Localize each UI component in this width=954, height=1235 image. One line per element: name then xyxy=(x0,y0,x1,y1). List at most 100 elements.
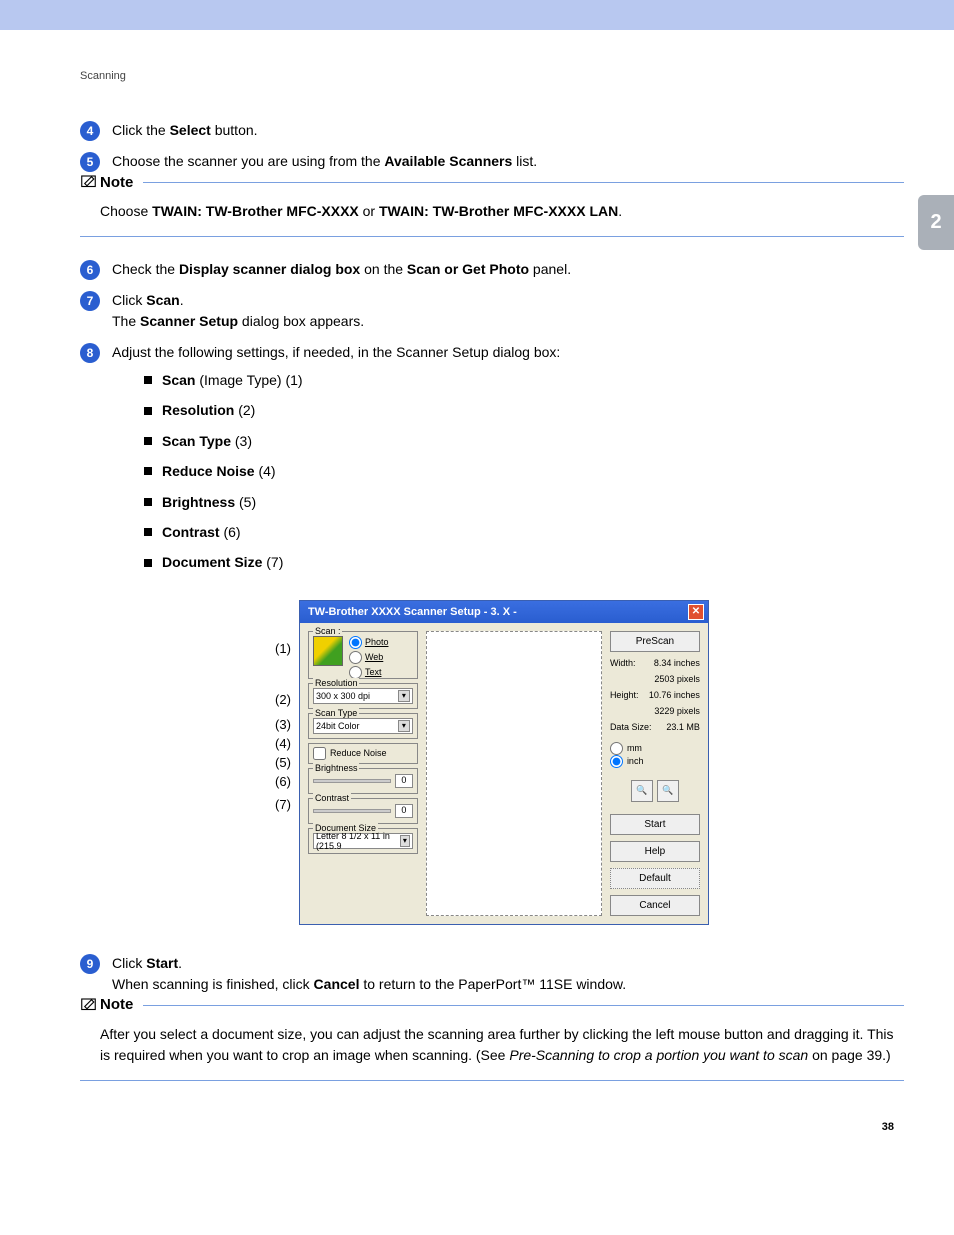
width-label: Width: xyxy=(610,658,636,668)
text: on page 39.) xyxy=(808,1047,891,1063)
bullet-icon xyxy=(144,467,152,475)
page-number: 38 xyxy=(80,1121,894,1133)
text: button. xyxy=(211,122,258,138)
bullet-icon xyxy=(144,559,152,567)
zoom-in-icon[interactable]: 🔍 xyxy=(631,780,653,802)
note-icon xyxy=(80,996,100,1014)
docsize-label: Document Size xyxy=(313,823,378,833)
text: Check the xyxy=(112,261,179,277)
text: (Image Type) (1) xyxy=(195,372,302,388)
text: or xyxy=(359,203,379,219)
page-content: 2 Scanning 4 Click the Select button. 5 … xyxy=(0,30,954,1173)
note-title: Note xyxy=(100,174,133,191)
callout-5: (5) xyxy=(275,756,291,769)
radio-mm[interactable]: mm xyxy=(610,742,700,755)
list-item: Reduce Noise (4) xyxy=(144,460,904,482)
text: (2) xyxy=(234,402,255,418)
resolution-select[interactable]: 300 x 300 dpi▾ xyxy=(313,688,413,704)
callout-6: (6) xyxy=(275,775,291,788)
list-item: Scan Type (3) xyxy=(144,430,904,452)
list-item: Contrast (6) xyxy=(144,521,904,543)
zoom-out-icon[interactable]: 🔍 xyxy=(657,780,679,802)
chevron-down-icon[interactable]: ▾ xyxy=(400,835,410,847)
note-title: Note xyxy=(100,996,133,1013)
brightness-slider[interactable]: 0 xyxy=(313,773,413,789)
step-4: 4 Click the Select button. xyxy=(80,120,904,141)
default-button[interactable]: Default xyxy=(610,868,700,889)
text: (6) xyxy=(220,524,241,540)
text: When scanning is finished, click xyxy=(112,976,314,992)
callout-2: (2) xyxy=(275,693,291,706)
text: (5) xyxy=(235,494,256,510)
note-block-1: Note Choose TWAIN: TW-Brother MFC-XXXX o… xyxy=(80,182,904,237)
close-icon[interactable]: ✕ xyxy=(688,604,704,620)
dialog-titlebar[interactable]: TW-Brother XXXX Scanner Setup - 3. X - ✕ xyxy=(300,601,708,623)
scantype-label: Scan Type xyxy=(313,708,359,718)
text-bold: Scan xyxy=(162,372,195,388)
docsize-select[interactable]: Letter 8 1/2 x 11 in (215.9▾ xyxy=(313,833,413,849)
step-number-4: 4 xyxy=(80,121,100,141)
reduce-noise-checkbox[interactable]: Reduce Noise xyxy=(313,747,413,760)
bullet-icon xyxy=(144,437,152,445)
start-button[interactable]: Start xyxy=(610,814,700,835)
text-bold: Brightness xyxy=(162,494,235,510)
text-bold: Select xyxy=(170,122,211,138)
height-value: 10.76 inches xyxy=(649,690,700,700)
text-bold: Contrast xyxy=(162,524,220,540)
step-number-6: 6 xyxy=(80,260,100,280)
callout-7: (7) xyxy=(275,798,291,811)
chevron-down-icon[interactable]: ▾ xyxy=(398,720,410,732)
preview-area[interactable] xyxy=(426,631,602,916)
scan-label: Scan : xyxy=(313,626,343,636)
text: (3) xyxy=(231,433,252,449)
dialog-title: TW-Brother XXXX Scanner Setup - 3. X - xyxy=(308,606,517,618)
step-5: 5 Choose the scanner you are using from … xyxy=(80,151,904,172)
bullet-icon xyxy=(144,407,152,415)
text: The xyxy=(112,313,140,329)
radio-web[interactable]: Web xyxy=(349,651,389,664)
width-pixels: 2503 pixels xyxy=(654,674,700,684)
help-button[interactable]: Help xyxy=(610,841,700,862)
callout-3: (3) xyxy=(275,718,291,731)
step-8: 8 Adjust the following settings, if need… xyxy=(80,342,904,582)
scanner-setup-dialog: TW-Brother XXXX Scanner Setup - 3. X - ✕… xyxy=(299,600,709,925)
text: (4) xyxy=(255,463,276,479)
list-item: Resolution (2) xyxy=(144,399,904,421)
brightness-label: Brightness xyxy=(313,763,360,773)
text-bold: Cancel xyxy=(314,976,360,992)
contrast-slider[interactable]: 0 xyxy=(313,803,413,819)
radio-photo[interactable]: Photo xyxy=(349,636,389,649)
text-bold: Scanner Setup xyxy=(140,313,238,329)
step-number-7: 7 xyxy=(80,291,100,311)
radio-inch[interactable]: inch xyxy=(610,755,700,768)
header-bar xyxy=(0,0,954,30)
text: . xyxy=(180,292,184,308)
text-bold: Document Size xyxy=(162,554,262,570)
scantype-select[interactable]: 24bit Color▾ xyxy=(313,718,413,734)
callout-column: (1) (2) (3) (4) (5) (6) (7) xyxy=(275,600,291,925)
text: Choose xyxy=(100,203,152,219)
text: on the xyxy=(360,261,407,277)
text: Click the xyxy=(112,122,170,138)
text-bold: Reduce Noise xyxy=(162,463,255,479)
list-item: Brightness (5) xyxy=(144,491,904,513)
width-value: 8.34 inches xyxy=(654,658,700,668)
prescan-button[interactable]: PreScan xyxy=(610,631,700,652)
text: to return to the PaperPort™ 11SE window. xyxy=(359,976,626,992)
text: Choose the scanner you are using from th… xyxy=(112,153,384,169)
note-icon xyxy=(80,173,100,191)
note-block-2: Note After you select a document size, y… xyxy=(80,1005,904,1081)
cancel-button[interactable]: Cancel xyxy=(610,895,700,916)
chapter-tab: 2 xyxy=(918,195,954,250)
step-number-5: 5 xyxy=(80,152,100,172)
text: . xyxy=(178,955,182,971)
text-bold: Scan xyxy=(146,292,179,308)
step-9: 9 Click Start.When scanning is finished,… xyxy=(80,953,904,995)
chevron-down-icon[interactable]: ▾ xyxy=(398,690,410,702)
step-number-9: 9 xyxy=(80,954,100,974)
datasize-label: Data Size: xyxy=(610,722,652,732)
text-bold: Scan Type xyxy=(162,433,231,449)
list-item: Scan (Image Type) (1) xyxy=(144,369,904,391)
text-bold: Start xyxy=(146,955,178,971)
text-bold: Scan or Get Photo xyxy=(407,261,529,277)
